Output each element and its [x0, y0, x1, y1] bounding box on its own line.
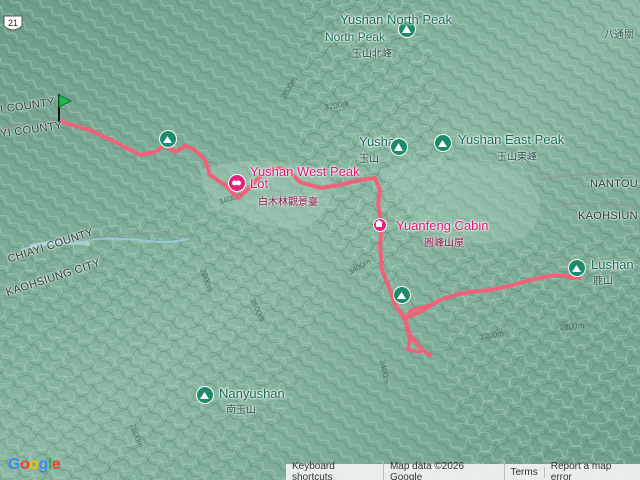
route-shield-icon: 21: [3, 15, 23, 31]
peak-icon-yushan[interactable]: [390, 138, 408, 156]
peak-label-yushan-north-2: North Peak: [325, 30, 386, 44]
cabin-label-yuanfeng[interactable]: Yuanfeng Cabin: [396, 218, 489, 233]
peak-label-lushan-zh: 鹿山: [593, 276, 613, 287]
peak-label-yushan-east[interactable]: Yushan East Peak: [458, 132, 564, 147]
peak-label-nanyushan-zh: 南玉山: [226, 405, 256, 416]
peak-icon-lushan[interactable]: [568, 259, 586, 277]
place-label-batongguan: 八通關: [604, 30, 634, 41]
keyboard-shortcuts-link[interactable]: Keyboard shortcuts: [286, 461, 384, 480]
peak-label-yushan-east-zh: 玉山東峰: [497, 152, 537, 163]
lookout-label-yushan-west-zh: 白木林觀景臺: [258, 197, 318, 208]
peak-label-nanyushan[interactable]: Nanyushan: [219, 386, 285, 401]
peak-label-yushan-zh: 玉山: [359, 154, 379, 165]
terms-link[interactable]: Terms: [505, 466, 545, 478]
peak-label-lushan[interactable]: Lushan: [591, 257, 634, 272]
peak-label-yushan-north[interactable]: Yushan North Peak: [340, 12, 452, 27]
cabin-icon-yuanfeng[interactable]: [373, 218, 387, 232]
county-label-nantou: NANTOU: [590, 178, 639, 190]
lookout-icon-yushan-west[interactable]: [228, 174, 246, 192]
peak-icon-nanyushan[interactable]: [196, 386, 214, 404]
lookout-label-yushan-west[interactable]: Yushan West Peak Lot: [250, 165, 360, 190]
map-footer: Keyboard shortcuts Map data ©2026 Google…: [286, 461, 640, 480]
peak-icon-yushan-east[interactable]: [434, 134, 452, 152]
city-label-kaohsiung-right: KAOHSIUN: [578, 210, 638, 222]
cabin-label-yuanfeng-zh: 圓峰山屋: [424, 238, 464, 249]
peak-icon-junction[interactable]: [393, 286, 411, 304]
google-logo: Google: [8, 456, 61, 473]
map-data-attribution[interactable]: Map data ©2026 Google: [384, 461, 505, 480]
terrain-layer: 2800m 3400m 2800m 3400m 3200m 2800m 2800…: [0, 0, 640, 480]
peak-icon-west[interactable]: [159, 130, 177, 148]
map-canvas[interactable]: 2800m 3400m 2800m 3400m 3200m 2800m 2800…: [0, 0, 640, 480]
svg-text:21: 21: [8, 18, 18, 28]
report-map-error-link[interactable]: Report a map error: [545, 461, 640, 480]
peak-label-yushan-north-zh: 玉山北峰: [352, 49, 392, 60]
